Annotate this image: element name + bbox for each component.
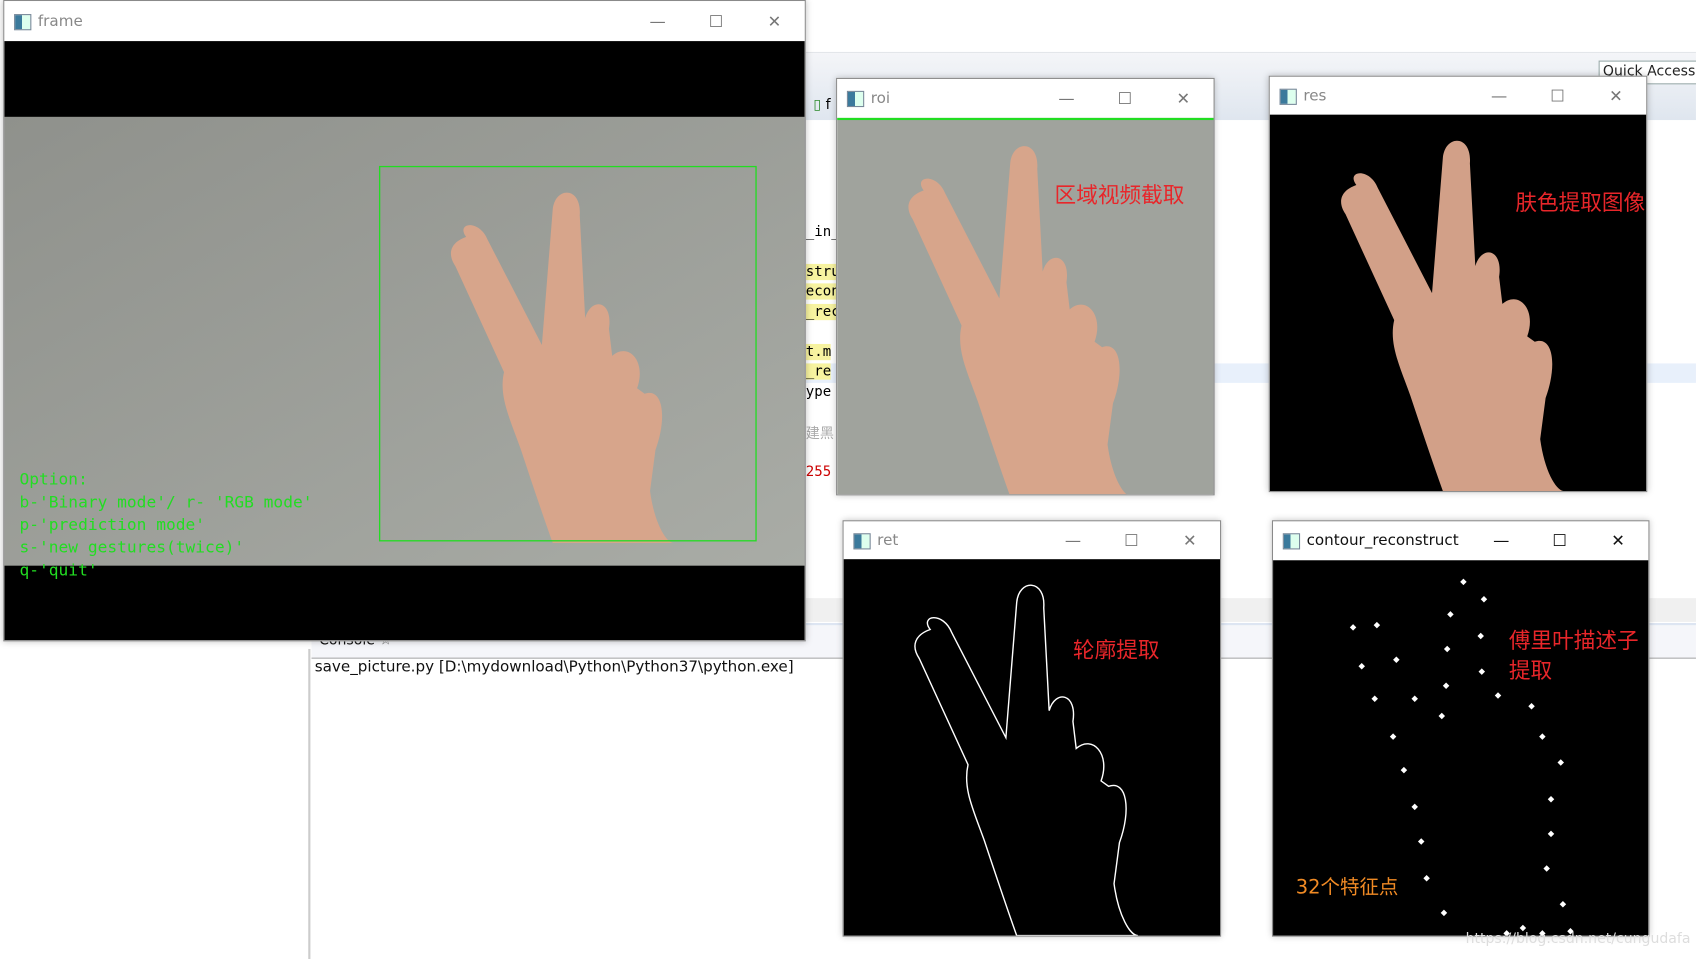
feature-point xyxy=(1358,663,1365,670)
feature-point xyxy=(1349,624,1357,631)
feature-point xyxy=(1460,578,1467,586)
titlebar[interactable]: res — ☐ ✕ xyxy=(1269,76,1647,115)
window-title: contour_reconstruct xyxy=(1306,532,1459,550)
feature-point xyxy=(1411,803,1418,811)
window-ret[interactable]: ret — ☐ ✕ 轮廓提取 xyxy=(842,520,1222,937)
app-icon xyxy=(14,13,32,30)
console-output: save_picture.py [D:\mydownload\Python\Py… xyxy=(314,658,794,676)
feature-point xyxy=(1478,668,1486,675)
feature-point xyxy=(1411,695,1418,702)
feature-point xyxy=(1547,796,1555,803)
feature-point xyxy=(1528,703,1535,710)
feature-point xyxy=(1393,656,1400,664)
feature-point xyxy=(1371,695,1378,702)
feature-point xyxy=(1438,712,1446,720)
code-line: ype xyxy=(805,383,832,401)
annotation-label: 傅里叶描述子 xyxy=(1508,627,1639,654)
feature-point xyxy=(1440,909,1448,917)
code-line: stru xyxy=(805,263,840,281)
app-icon xyxy=(1279,88,1297,105)
window-title: ret xyxy=(877,531,899,549)
titlebar[interactable]: frame — ☐ ✕ xyxy=(4,1,805,42)
minimize-button[interactable]: — xyxy=(641,11,673,30)
minimize-button[interactable]: — xyxy=(1483,86,1515,105)
watermark: https://blog.csdn.net/cungudafa xyxy=(1465,931,1691,948)
app-icon xyxy=(853,532,871,549)
maximize-button[interactable]: ☐ xyxy=(1543,531,1575,550)
annotation-label: 轮廓提取 xyxy=(1072,637,1160,664)
feature-point xyxy=(1480,595,1488,603)
option-line: p-'prediction mode' xyxy=(19,514,206,535)
close-button[interactable]: ✕ xyxy=(1600,86,1632,105)
maximize-button[interactable]: ☐ xyxy=(1109,89,1141,108)
feature-point xyxy=(1559,900,1567,908)
window-title: roi xyxy=(870,89,891,108)
feature-point xyxy=(1539,733,1546,740)
feature-point xyxy=(1543,865,1550,872)
annotation-label: 区域视频截取 xyxy=(1054,181,1185,208)
maximize-button[interactable]: ☐ xyxy=(1115,531,1147,550)
feature-point xyxy=(1443,645,1451,653)
close-button[interactable]: ✕ xyxy=(1174,531,1206,550)
feature-point xyxy=(1389,733,1397,740)
titlebar[interactable]: roi — ☐ ✕ xyxy=(837,78,1214,118)
feature-point xyxy=(1547,830,1555,838)
feature-point xyxy=(1400,766,1408,774)
maximize-button[interactable]: ☐ xyxy=(700,11,732,30)
option-line: b-'Binary mode'/ r- 'RGB mode' xyxy=(19,492,313,512)
code-number: 255 xyxy=(805,464,832,481)
window-roi[interactable]: roi — ☐ ✕ 区域视频截取 xyxy=(836,77,1215,496)
code-line: _re xyxy=(805,363,832,380)
close-button[interactable]: ✕ xyxy=(758,11,790,30)
feature-point xyxy=(1373,621,1381,629)
option-line: s-'new gestures(twice)' xyxy=(19,537,245,558)
window-res[interactable]: res — ☐ ✕ 肤色提取图像 xyxy=(1268,75,1648,493)
maximize-button[interactable]: ☐ xyxy=(1541,86,1573,105)
feature-point xyxy=(1417,838,1425,845)
annotation-label: 肤色提取图像 xyxy=(1515,189,1646,216)
feature-point xyxy=(1557,759,1564,766)
fourier-reconstruct-image: 傅里叶描述子 提取 32个特征点 xyxy=(1273,560,1649,936)
window-frame[interactable]: frame — ☐ ✕ Option: b-'Binary mode'/ r- … xyxy=(3,0,806,642)
app-icon xyxy=(846,90,865,108)
feature-point xyxy=(1477,632,1484,640)
option-line: q-'quit' xyxy=(19,560,98,580)
titlebar[interactable]: ret — ☐ ✕ xyxy=(843,521,1221,560)
option-line: Option: xyxy=(19,469,88,489)
app-icon xyxy=(1282,533,1301,550)
close-button[interactable]: ✕ xyxy=(1602,531,1634,550)
editor-tab-label: f xyxy=(825,97,831,114)
window-title: res xyxy=(1303,87,1327,105)
titlebar[interactable]: contour_reconstruct — ☐ ✕ xyxy=(1273,521,1649,561)
contour-image: 轮廓提取 xyxy=(843,559,1221,936)
camera-view: Option: b-'Binary mode'/ r- 'RGB mode' p… xyxy=(4,41,805,641)
feature-point xyxy=(1442,682,1450,689)
minimize-button[interactable]: — xyxy=(1057,531,1089,550)
desktop: Quick Access ▯ f _in_ stru econs _reco t… xyxy=(0,0,1696,959)
close-button[interactable]: ✕ xyxy=(1167,89,1199,108)
feature-point xyxy=(1423,875,1430,882)
roi-image: 区域视频截取 xyxy=(837,117,1214,495)
skin-mask-image: 肤色提取图像 xyxy=(1269,114,1647,492)
code-line: t.m xyxy=(805,343,832,361)
sidebar-border xyxy=(308,648,311,959)
code-comment: 建黑 xyxy=(805,426,834,443)
feature-count-label: 32个特征点 xyxy=(1295,876,1399,899)
annotation-label: 提取 xyxy=(1508,657,1553,684)
window-contour-reconstruct[interactable]: contour_reconstruct — ☐ ✕ 傅里叶描述子 提取 32个特… xyxy=(1271,520,1650,937)
minimize-button[interactable]: — xyxy=(1050,89,1082,108)
python-file-icon: ▯ xyxy=(813,97,822,114)
editor-tab[interactable]: ▯ f xyxy=(813,97,830,113)
window-title: frame xyxy=(37,12,83,30)
code-line: _in_ xyxy=(805,223,840,241)
feature-point xyxy=(1447,611,1454,618)
feature-point xyxy=(1494,692,1502,699)
minimize-button[interactable]: — xyxy=(1485,531,1517,550)
